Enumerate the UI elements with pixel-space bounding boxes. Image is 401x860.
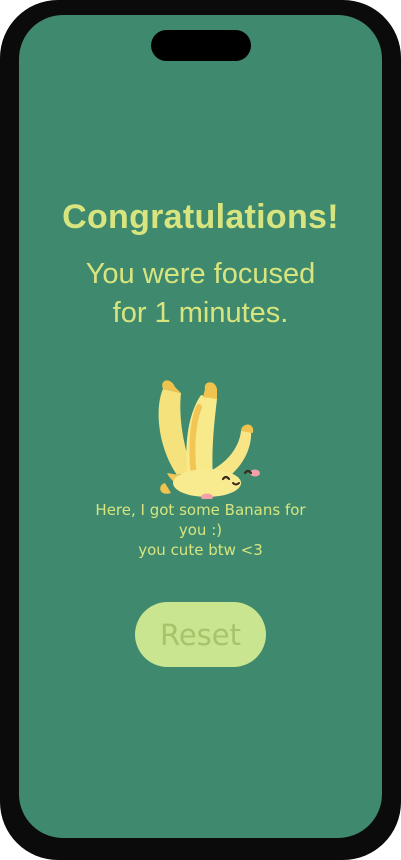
app-screen: Congratulations! You were focused for 1 … <box>19 15 382 838</box>
page-title: Congratulations! <box>62 198 339 236</box>
dynamic-island <box>151 30 251 61</box>
banana-bunch-icon <box>158 380 260 499</box>
banana-note-line-3: you cute btw <3 <box>138 541 263 559</box>
focus-summary-line-2: for 1 minutes. <box>112 297 289 329</box>
phone-frame: Congratulations! You were focused for 1 … <box>0 0 401 860</box>
focus-summary: You were focused for 1 minutes. <box>19 255 382 333</box>
banana-note-line-2: you :) <box>178 521 223 539</box>
reset-button[interactable]: Reset <box>135 602 266 667</box>
banana-note: Here, I got some Banans for you :) you c… <box>19 500 382 560</box>
banana-note-line-1: Here, I got some Banans for <box>95 501 306 519</box>
focus-summary-line-1: You were focused <box>85 258 316 290</box>
